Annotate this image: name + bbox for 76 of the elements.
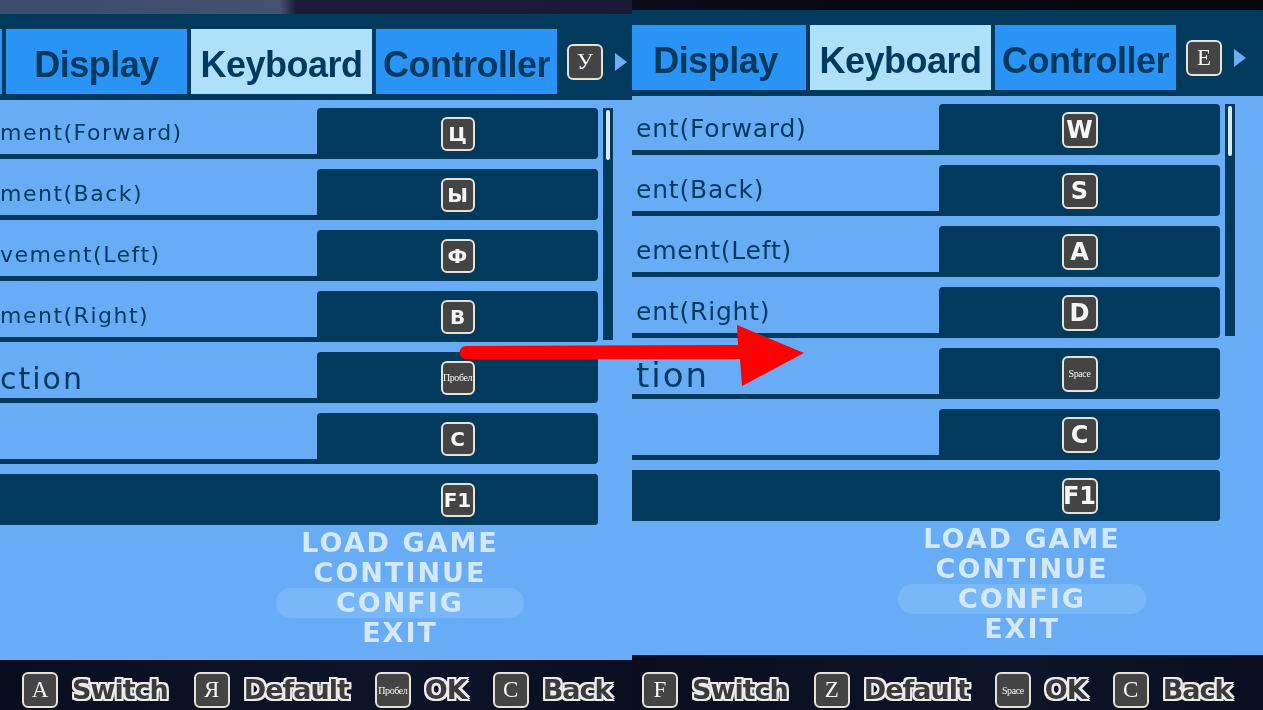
binding-button[interactable]: C	[939, 409, 1220, 460]
binding-row[interactable]: ent(Back) S	[632, 165, 1220, 216]
key-cap: Пробел	[440, 360, 475, 395]
binding-row[interactable]: ction Пробел	[0, 352, 598, 403]
scrollbar-thumb[interactable]	[606, 110, 610, 160]
binding-row[interactable]: vement(Left) Ф	[0, 230, 598, 281]
action-label: ment(Back)	[0, 180, 144, 208]
action-label: vement(Left)	[0, 241, 161, 269]
key-cap: Space	[1061, 355, 1098, 392]
hint-label: Default	[862, 673, 971, 707]
tab[interactable]: Controller	[376, 29, 557, 94]
key-cap: F1	[440, 482, 475, 517]
key-cap: Пробел	[374, 672, 411, 708]
hint-label: Back	[541, 673, 614, 707]
binding-row[interactable]: ent(Right) D	[632, 287, 1220, 338]
key-cap: D	[1061, 294, 1098, 331]
key-cap: Ф	[440, 238, 475, 273]
key-cap: Я	[193, 672, 230, 708]
binding-row[interactable]: ment(Right) В	[0, 291, 598, 342]
hint-label: OK	[1043, 673, 1089, 707]
triangle-icon[interactable]	[615, 52, 627, 71]
scrollbar[interactable]	[1225, 104, 1235, 336]
key-cap: F	[642, 672, 678, 708]
key-cap: Z	[813, 672, 850, 708]
tab[interactable]: Controller	[995, 25, 1176, 90]
key-cap: Ц	[440, 116, 475, 151]
binding-button[interactable]: Пробел	[317, 352, 598, 403]
key-cap: C	[1112, 672, 1149, 708]
key-cap: А	[22, 672, 58, 708]
binding-button[interactable]: В	[317, 291, 598, 342]
key-cap: С	[492, 672, 529, 708]
binding-button[interactable]: W	[939, 104, 1220, 155]
scrollbar-thumb[interactable]	[1228, 106, 1232, 156]
action-label: ment(Forward)	[0, 119, 183, 147]
binding-button[interactable]: A	[939, 226, 1220, 277]
binding-button[interactable]: S	[939, 165, 1220, 216]
action-label: tion	[636, 354, 710, 391]
key-cap: У	[567, 43, 603, 80]
binding-button[interactable]: Ы	[317, 169, 598, 220]
binding-row[interactable]: F1	[632, 470, 1220, 521]
key-cap: C	[1061, 416, 1098, 453]
key-cap: F1	[1061, 477, 1098, 514]
triangle-icon[interactable]	[1234, 48, 1246, 67]
key-cap: W	[1061, 111, 1098, 148]
binding-row[interactable]: F1	[0, 474, 598, 525]
binding-row[interactable]: ent(Forward) W	[632, 104, 1220, 155]
hint-label: OK	[423, 673, 469, 707]
hint-label: Back	[1161, 673, 1234, 707]
tab[interactable]: Display	[632, 25, 806, 90]
key-cap: Ы	[440, 177, 475, 212]
scrollbar[interactable]	[603, 108, 613, 340]
tab[interactable]: Keyboard	[810, 25, 991, 90]
hint-label: Default	[242, 673, 351, 707]
key-cap: Space	[994, 672, 1031, 708]
action-label: ent(Forward)	[636, 113, 807, 143]
binding-button[interactable]: Ф	[317, 230, 598, 281]
key-cap: В	[440, 299, 475, 334]
action-label: ent(Right)	[636, 296, 771, 326]
key-cap: A	[1061, 233, 1098, 270]
binding-button[interactable]: Space	[939, 348, 1220, 399]
tab[interactable]: Keyboard	[191, 29, 372, 94]
action-label: ction	[0, 360, 84, 395]
hint-label: Switch	[71, 673, 169, 707]
hint-label: Switch	[691, 673, 789, 707]
action-label: ement(Left)	[636, 235, 793, 265]
binding-row[interactable]: ement(Left) A	[632, 226, 1220, 277]
binding-row[interactable]: C	[632, 409, 1220, 460]
tab[interactable]: Display	[6, 29, 187, 94]
action-label: ment(Right)	[0, 302, 150, 330]
binding-button[interactable]: D	[939, 287, 1220, 338]
key-cap: E	[1186, 39, 1222, 76]
key-cap: S	[1061, 172, 1098, 209]
action-label: ent(Back)	[636, 174, 765, 204]
binding-button[interactable]: Ц	[317, 108, 598, 159]
binding-row[interactable]: ment(Back) Ы	[0, 169, 598, 220]
binding-row[interactable]: ment(Forward) Ц	[0, 108, 598, 159]
